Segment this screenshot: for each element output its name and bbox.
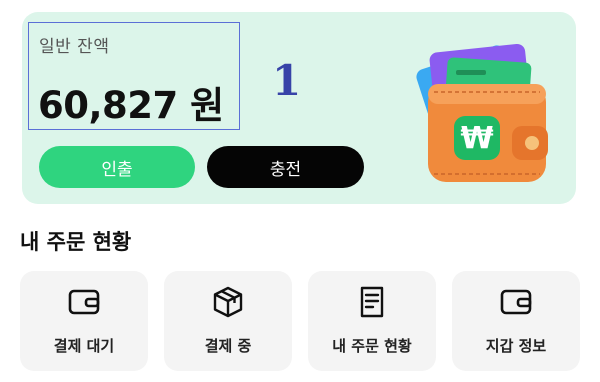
tile-payment-pending[interactable]: 결제 대기 xyxy=(20,271,148,371)
balance-card: 일반 잔액 60,827 원 1 인출 충전 ₩ xyxy=(22,12,576,204)
balance-amount: 60,827 원 xyxy=(38,84,224,127)
tile-label: 내 주문 현황 xyxy=(332,337,412,355)
balance-label: 일반 잔액 xyxy=(39,37,110,57)
wallet-illustration: ₩ xyxy=(416,43,548,182)
annotation-number: 1 xyxy=(272,56,302,105)
withdraw-button[interactable]: 인출 xyxy=(39,146,195,188)
tile-label: 지갑 정보 xyxy=(485,337,547,355)
charge-button[interactable]: 충전 xyxy=(207,146,364,188)
tile-label: 결제 대기 xyxy=(53,337,115,355)
order-status-tiles: 결제 대기 결제 중 내 주문 현황 지갑 정보 xyxy=(20,271,580,371)
document-list-icon xyxy=(360,286,384,318)
tile-wallet-info[interactable]: 지갑 정보 xyxy=(452,271,580,371)
tile-my-orders[interactable]: 내 주문 현황 xyxy=(308,271,436,371)
wallet-icon xyxy=(68,289,100,315)
wallet-icon xyxy=(500,289,532,315)
svg-text:₩: ₩ xyxy=(460,121,493,156)
tile-label: 결제 중 xyxy=(204,337,252,355)
balance-highlight-box: 일반 잔액 60,827 원 xyxy=(28,22,240,130)
section-title: 내 주문 현황 xyxy=(20,230,132,254)
tile-payment-in-progress[interactable]: 결제 중 xyxy=(164,271,292,371)
package-box-icon xyxy=(213,286,243,318)
